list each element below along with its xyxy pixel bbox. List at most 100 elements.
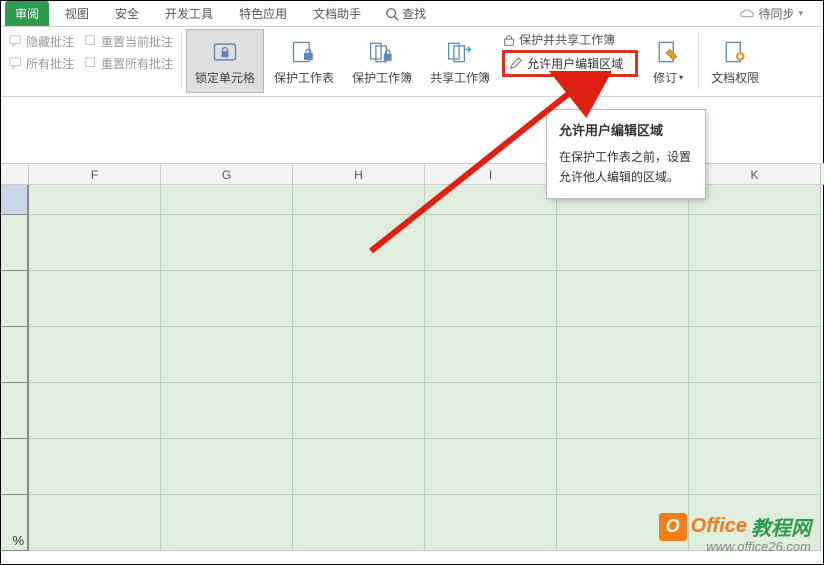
frozen-cell[interactable]	[1, 383, 29, 439]
cell[interactable]	[293, 439, 425, 495]
cell[interactable]	[557, 439, 689, 495]
cell[interactable]	[689, 215, 821, 271]
cell[interactable]	[161, 271, 293, 327]
lock-cells-button[interactable]: 锁定单元格	[186, 29, 264, 93]
cell[interactable]	[425, 215, 557, 271]
tooltip-title: 允许用户编辑区域	[559, 120, 693, 139]
spreadsheet[interactable]: F G H I J K %	[1, 163, 824, 551]
separator	[181, 33, 182, 89]
tab-devtools[interactable]: 开发工具	[155, 1, 223, 26]
reset-icon	[84, 56, 98, 70]
protect-share-group: 保护并共享工作簿 允许用户编辑区域	[500, 29, 640, 79]
cell[interactable]	[161, 495, 293, 551]
all-comments-button[interactable]: 所有批注	[9, 53, 74, 73]
frozen-header-cell[interactable]	[1, 185, 29, 215]
comments-group: 隐藏批注 所有批注	[5, 29, 78, 75]
reset-group: 重置当前批注 重置所有批注	[80, 29, 177, 75]
cell[interactable]	[161, 185, 293, 215]
cell[interactable]	[425, 271, 557, 327]
cell[interactable]	[29, 495, 161, 551]
col-header[interactable]: F	[29, 164, 161, 184]
watermark-brand1: Office	[691, 515, 747, 538]
cell[interactable]	[425, 185, 557, 215]
cell[interactable]	[29, 439, 161, 495]
cell[interactable]	[689, 439, 821, 495]
cell[interactable]	[293, 495, 425, 551]
cell[interactable]	[161, 383, 293, 439]
cell[interactable]	[557, 327, 689, 383]
tab-special[interactable]: 特色应用	[229, 1, 297, 26]
cell[interactable]	[293, 383, 425, 439]
cell[interactable]	[425, 383, 557, 439]
cell[interactable]	[425, 439, 557, 495]
cell[interactable]	[161, 439, 293, 495]
tab-review[interactable]: 审阅	[5, 1, 49, 26]
cell[interactable]	[293, 185, 425, 215]
reset-icon	[84, 34, 98, 48]
tab-dochelper[interactable]: 文档助手	[303, 1, 371, 26]
cell[interactable]	[29, 271, 161, 327]
col-header[interactable]: I	[425, 164, 557, 184]
cell[interactable]	[689, 383, 821, 439]
cell[interactable]	[293, 327, 425, 383]
tab-view[interactable]: 视图	[55, 1, 99, 26]
reset-all-label: 重置所有批注	[101, 55, 173, 72]
protect-sheet-button[interactable]: 保护工作表	[266, 29, 342, 93]
sheet-lock-icon	[286, 37, 322, 67]
col-header[interactable]: H	[293, 164, 425, 184]
lock-icon	[207, 37, 243, 67]
cell[interactable]	[689, 327, 821, 383]
corner-cell[interactable]	[1, 164, 29, 184]
col-header[interactable]: G	[161, 164, 293, 184]
reset-current-button[interactable]: 重置当前批注	[84, 31, 173, 51]
share-book-button[interactable]: 共享工作簿	[422, 29, 498, 93]
protect-share-button[interactable]: 保护并共享工作簿	[502, 31, 638, 48]
chevron-down-icon: ▾	[798, 8, 803, 19]
doc-perm-label: 文档权限	[711, 69, 759, 86]
watermark: O Office教程网 www.office26.com	[659, 512, 811, 554]
cell[interactable]	[689, 185, 821, 215]
cell[interactable]	[29, 327, 161, 383]
cell[interactable]	[161, 215, 293, 271]
book-lock-icon	[364, 37, 400, 67]
frozen-cell[interactable]: %	[1, 495, 29, 551]
cell[interactable]	[293, 215, 425, 271]
allow-edit-button[interactable]: 允许用户编辑区域	[502, 50, 638, 77]
frozen-cell[interactable]	[1, 327, 29, 383]
sync-label: 待同步	[758, 5, 794, 22]
cell[interactable]	[29, 185, 161, 215]
comment-icon	[9, 34, 23, 48]
frozen-cell[interactable]	[1, 215, 29, 271]
cell[interactable]	[293, 271, 425, 327]
grid[interactable]: %	[1, 185, 824, 551]
lock-cells-label: 锁定单元格	[195, 69, 255, 86]
search-button[interactable]: 查找	[385, 5, 426, 22]
revisions-button[interactable]: 修订 ▾	[642, 29, 694, 93]
pencil-icon	[509, 57, 523, 71]
frozen-cell[interactable]	[1, 271, 29, 327]
doc-perm-button[interactable]: 文档权限	[703, 29, 767, 93]
search-icon	[385, 7, 399, 21]
cell[interactable]	[425, 327, 557, 383]
cell[interactable]	[557, 271, 689, 327]
all-comments-label: 所有批注	[26, 55, 74, 72]
cell[interactable]	[689, 271, 821, 327]
col-header[interactable]: K	[689, 164, 821, 184]
frozen-column: %	[1, 185, 29, 551]
watermark-url: www.office26.com	[706, 539, 811, 554]
comment-icon	[9, 56, 23, 70]
sync-button[interactable]: 待同步 ▾	[740, 5, 803, 22]
hide-comments-label: 隐藏批注	[26, 33, 74, 50]
cell[interactable]	[557, 383, 689, 439]
frozen-cell[interactable]	[1, 439, 29, 495]
cell[interactable]	[29, 215, 161, 271]
cell[interactable]	[425, 495, 557, 551]
hide-comments-button[interactable]: 隐藏批注	[9, 31, 74, 51]
cell[interactable]	[557, 215, 689, 271]
protect-book-button[interactable]: 保护工作簿	[344, 29, 420, 93]
share-book-icon	[442, 37, 478, 67]
cell[interactable]	[161, 327, 293, 383]
cell[interactable]	[29, 383, 161, 439]
reset-all-button[interactable]: 重置所有批注	[84, 53, 173, 73]
tab-security[interactable]: 安全	[105, 1, 149, 26]
